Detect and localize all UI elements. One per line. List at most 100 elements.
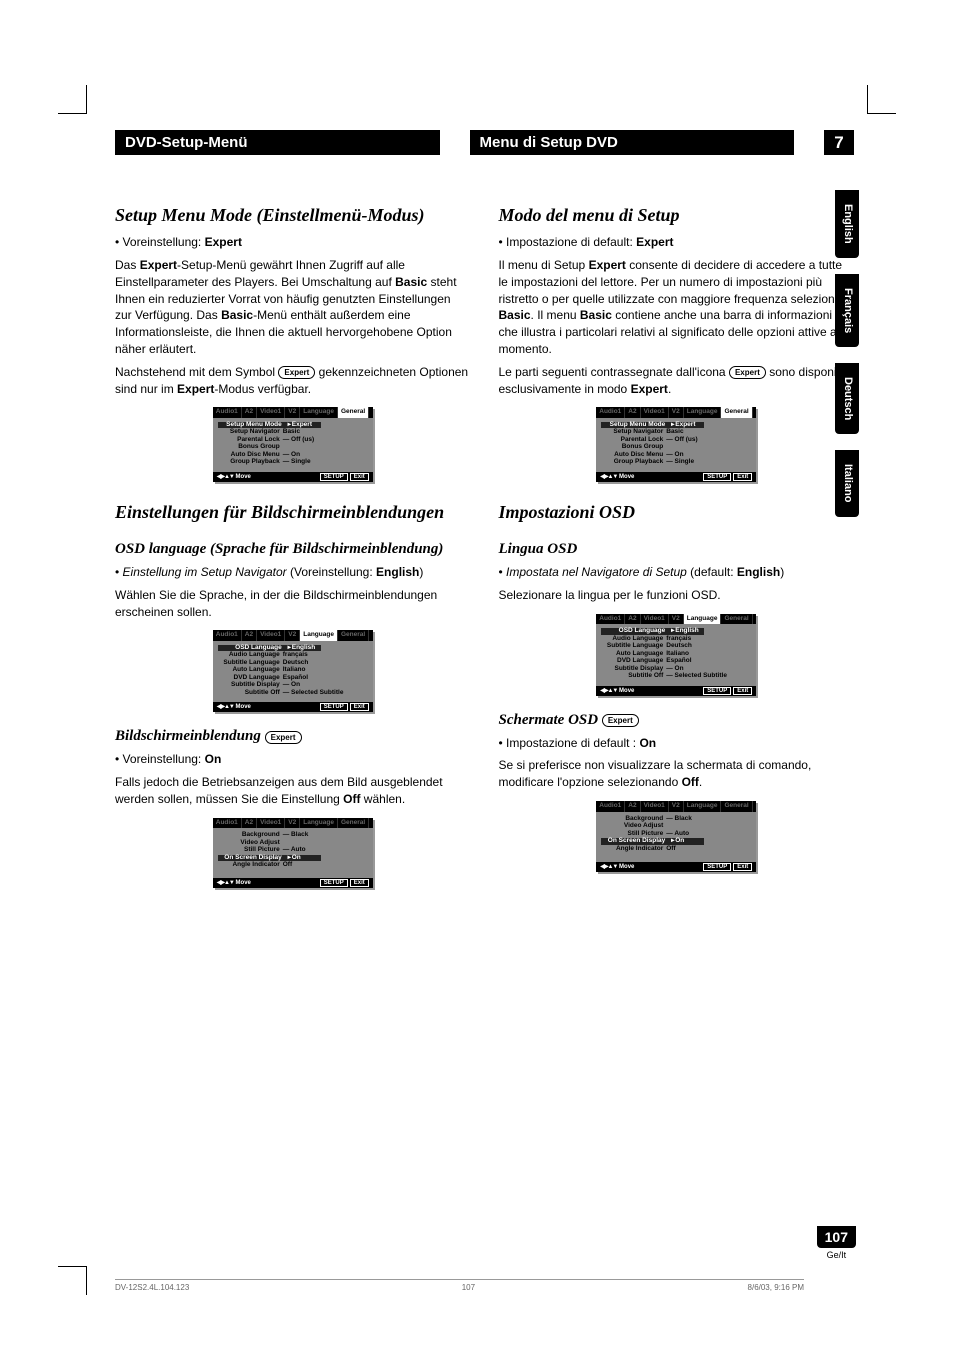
shot-footer: MoveSETUPExit (213, 702, 373, 712)
preset-line: Impostazione di default: Expert (499, 234, 855, 251)
preset-line: Impostazione di default : On (499, 735, 855, 752)
shot-tab: Video1 (257, 630, 285, 641)
expert-pill: Expert (729, 366, 766, 379)
shot-tab: Audio1 (596, 407, 625, 418)
shot-tab: General (338, 407, 369, 418)
lang-tab-francais: Français (835, 274, 859, 347)
heading-setup-mode: Setup Menu Mode (Einstellmenü-Modus) (115, 203, 471, 228)
move-arrows-icon (600, 864, 617, 870)
shot-tab: A2 (242, 630, 257, 641)
page-number: 107 Ge/It (817, 1226, 856, 1260)
column-italian: Modo del menu di Setup Impostazione di d… (499, 185, 855, 902)
chapter-title-left: DVD-Setup-Menü (115, 130, 440, 155)
lang-tab-english: English (835, 190, 859, 258)
shot-tab: V2 (285, 818, 300, 829)
shot-row: Angle IndicatorOff (218, 862, 368, 869)
shot-tab: Video1 (641, 407, 669, 418)
footer: DV-12S2.4L.104.123 107 8/6/03, 9:16 PM (115, 1283, 804, 1292)
shot-tab: General (338, 630, 369, 641)
lang-tab-deutsch: Deutsch (835, 363, 859, 434)
footer-filename: DV-12S2.4L.104.123 (115, 1283, 189, 1292)
screenshot-language: Audio1A2Video1V2LanguageGeneralOSD Langu… (213, 630, 373, 712)
shot-row: Setup NavigatorBasic (601, 429, 751, 436)
shot-tab: Audio1 (596, 614, 625, 625)
heading-setup-mode: Modo del menu di Setup (499, 203, 855, 228)
shot-tab: A2 (242, 818, 257, 829)
shot-row: Subtitle LanguageDeutsch (601, 643, 751, 650)
shot-footer: MoveSETUPExit (213, 878, 373, 888)
language-tabs: English Français Deutsch Italiano (835, 190, 859, 517)
footer-page: 107 (462, 1283, 475, 1292)
shot-row: OSD Language▸English (601, 628, 751, 635)
body-text: Nachstehend mit dem Symbol Expert gekenn… (115, 364, 471, 398)
shot-footer: MoveSETUPExit (213, 472, 373, 482)
shot-tab: Video1 (641, 614, 669, 625)
body-text: Wählen Sie die Sprache, in der die Bilds… (115, 587, 471, 621)
shot-tab: Language (684, 614, 722, 625)
shot-tab: V2 (285, 407, 300, 418)
shot-tab: Video1 (257, 818, 285, 829)
shot-row: Subtitle Off— Selected Subtitle (601, 673, 751, 680)
shot-row: Background— Black (218, 832, 368, 839)
shot-tab: A2 (625, 614, 640, 625)
shot-tab: Audio1 (213, 407, 242, 418)
shot-tab: Language (300, 630, 338, 641)
move-arrows-icon (600, 474, 617, 480)
shot-row: Group Playback— Single (218, 459, 368, 466)
shot-row: Subtitle Off— Selected Subtitle (218, 690, 368, 697)
shot-row: Still Picture— Auto (218, 847, 368, 854)
preset-line: Voreinstellung: Expert (115, 234, 471, 251)
shot-row: DVD LanguageEspañol (601, 658, 751, 665)
chapter-bar: DVD-Setup-Menü Menu di Setup DVD 7 (115, 130, 854, 155)
shot-tab: Video1 (257, 407, 285, 418)
shot-row: Auto LanguageItaliano (218, 667, 368, 674)
screenshot-video2: Audio1A2Video1V2LanguageGeneralBackgroun… (596, 801, 756, 872)
heading-osd-language: Lingua OSD (499, 539, 855, 560)
move-arrows-icon (217, 880, 234, 886)
heading-osd-language: OSD language (Sprache für Bildschirmeinb… (115, 539, 471, 560)
body-text: Il menu di Setup Expert consente di deci… (499, 257, 855, 358)
shot-tab: A2 (242, 407, 257, 418)
shot-row: Setup NavigatorBasic (218, 429, 368, 436)
osd-note: Impostata nel Navigatore di Setup (defau… (499, 564, 855, 581)
shot-tab: Video1 (641, 801, 669, 812)
shot-row: On Screen Display▸On (601, 838, 751, 845)
shot-tab: Audio1 (213, 818, 242, 829)
shot-tab: Language (684, 407, 722, 418)
shot-row: Video Adjust (601, 823, 751, 830)
body-text: Selezionare la lingua per le funzioni OS… (499, 587, 855, 604)
move-arrows-icon (600, 688, 617, 694)
shot-tab: A2 (625, 407, 640, 418)
expert-pill: Expert (602, 714, 639, 727)
shot-footer: MoveSETUPExit (596, 862, 756, 872)
footer-timestamp: 8/6/03, 9:16 PM (748, 1283, 804, 1292)
body-text: Le parti seguenti contrassegnate dall'ic… (499, 364, 855, 398)
shot-footer: MoveSETUPExit (596, 472, 756, 482)
osd-note: Einstellung im Setup Navigator (Voreinst… (115, 564, 471, 581)
shot-tab: Language (684, 801, 722, 812)
screenshot-general: Audio1A2Video1V2LanguageGeneralSetup Men… (596, 407, 756, 482)
move-arrows-icon (217, 474, 234, 480)
heading-osd-settings: Impostazioni OSD (499, 500, 855, 525)
column-german: Setup Menu Mode (Einstellmenü-Modus) Vor… (115, 185, 471, 902)
shot-tab: V2 (285, 630, 300, 641)
expert-pill: Expert (278, 366, 315, 379)
shot-row: Angle IndicatorOff (601, 846, 751, 853)
shot-tab: Language (300, 407, 338, 418)
shot-row: Group Playback— Single (601, 459, 751, 466)
chapter-number: 7 (824, 130, 854, 155)
shot-row: Audio Languagefrançais (218, 652, 368, 659)
shot-tab: A2 (625, 801, 640, 812)
preset-line: Voreinstellung: On (115, 751, 471, 768)
expert-pill: Expert (265, 731, 302, 744)
screenshot-video2: Audio1A2Video1V2LanguageGeneral Backgroun… (213, 818, 373, 889)
shot-tab: Language (300, 818, 338, 829)
body-text: Se si preferisce non visualizzare la sch… (499, 757, 855, 791)
body-text: Falls jedoch die Betriebsanzeigen aus de… (115, 774, 471, 808)
shot-tab: General (338, 818, 369, 829)
shot-tab: Audio1 (596, 801, 625, 812)
shot-row: Bonus Group (601, 444, 751, 451)
lang-tab-italiano: Italiano (835, 450, 859, 517)
shot-tab: General (721, 801, 752, 812)
chapter-title-right: Menu di Setup DVD (470, 130, 795, 155)
